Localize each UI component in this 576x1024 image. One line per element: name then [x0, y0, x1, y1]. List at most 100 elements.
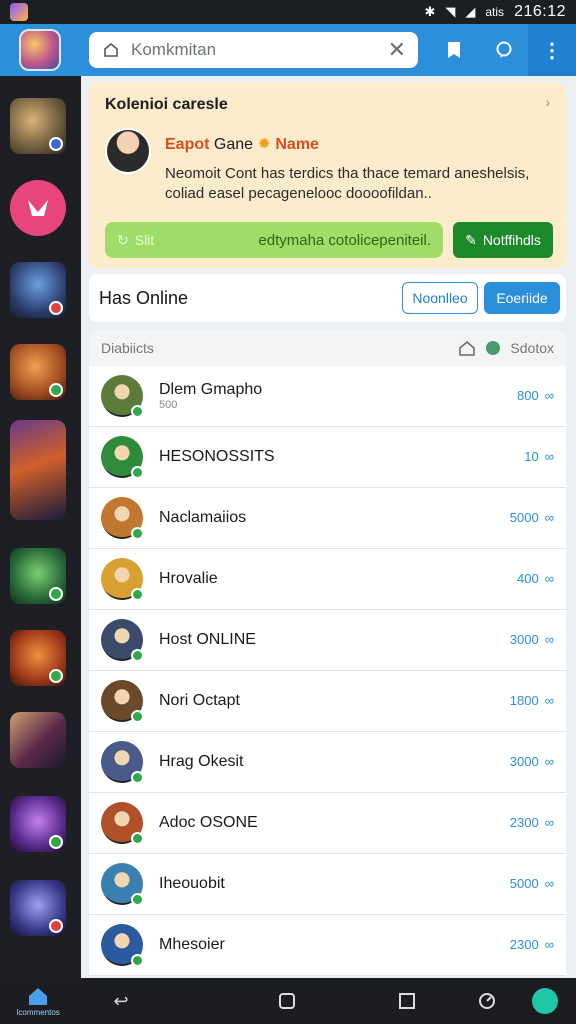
player-value-text: 1800 — [509, 693, 539, 708]
rail-game-8[interactable] — [10, 712, 66, 768]
player-value[interactable]: 2300 ∞ — [510, 815, 554, 830]
status-badge — [49, 587, 63, 601]
avatar — [101, 863, 144, 906]
close-icon[interactable]: ✕ — [388, 39, 406, 61]
player-value[interactable]: 400 ∞ — [517, 571, 554, 586]
player-value[interactable]: 800 ∞ — [517, 388, 554, 403]
rail-game-10[interactable] — [10, 880, 66, 936]
rail-game-1[interactable] — [10, 98, 66, 154]
list-item[interactable]: HESONOSSITS 10 ∞ — [89, 427, 566, 488]
player-value-text: 5000 — [509, 510, 539, 525]
link-icon: ∞ — [544, 754, 554, 769]
player-value[interactable]: 2300 ∞ — [510, 937, 554, 952]
chevron-right-icon[interactable]: › — [545, 94, 550, 110]
rail-game-4[interactable] — [10, 344, 66, 400]
player-value-text: 400 — [517, 571, 539, 586]
rail-game-6[interactable] — [10, 548, 66, 604]
more-menu-icon[interactable]: ⋮ — [528, 24, 576, 76]
player-name: Dlem Gmapho — [159, 381, 263, 398]
home-icon[interactable] — [101, 40, 121, 60]
promo-card[interactable]: Kolenioi caresle › Eapot Gane ✹ Name Neo… — [89, 82, 566, 268]
online-check-icon — [131, 405, 144, 418]
rail-game-2[interactable] — [10, 180, 66, 236]
list-header: Diabiicts Sdotox — [89, 330, 566, 366]
status-badge — [49, 669, 63, 683]
player-value[interactable]: 3000 ∞ — [510, 632, 554, 647]
list-item[interactable]: Dlem Gmapho 500 800 ∞ — [89, 366, 566, 427]
home-icon — [29, 987, 47, 1005]
player-value[interactable]: 3000 ∞ — [510, 754, 554, 769]
bottom-nav: Icommentos ↩ — [0, 978, 576, 1024]
main-content: Kolenioi caresle › Eapot Gane ✹ Name Neo… — [81, 76, 576, 978]
online-check-icon — [131, 832, 144, 845]
player-value-text: 3000 — [509, 632, 539, 647]
settings-icon[interactable] — [476, 990, 498, 1012]
online-check-icon — [131, 771, 144, 784]
player-value[interactable]: 5000 ∞ — [510, 876, 554, 891]
player-name: Nori Octapt — [159, 692, 240, 709]
rail-game-5[interactable] — [10, 420, 66, 520]
link-icon: ∞ — [544, 876, 554, 891]
player-value[interactable]: 1800 ∞ — [510, 693, 554, 708]
recents-icon[interactable] — [396, 990, 418, 1012]
online-check-icon — [131, 466, 144, 479]
player-value[interactable]: 10 ∞ — [524, 449, 554, 464]
list-item[interactable]: Host ONLINE 3000 ∞ — [89, 610, 566, 671]
app-logo[interactable] — [0, 24, 80, 76]
nav-home-label: Icommentos — [16, 1007, 60, 1017]
status-badge — [49, 301, 63, 315]
assistant-icon[interactable] — [532, 988, 558, 1014]
link-icon: ∞ — [544, 571, 554, 586]
player-value-text: 2300 — [509, 937, 539, 952]
list-item[interactable]: Iheouobit 5000 ∞ — [89, 854, 566, 915]
app-notification-icon — [10, 3, 28, 21]
online-check-icon — [131, 954, 144, 967]
game-rail — [0, 76, 81, 978]
player-name: HESONOSSITS — [159, 448, 275, 465]
player-name: Host ONLINE — [159, 631, 256, 648]
back-icon[interactable]: ↩ — [110, 990, 132, 1012]
outline-button[interactable]: Noonlleo — [402, 282, 478, 314]
rail-game-9[interactable] — [10, 796, 66, 852]
search-bar[interactable]: Komkmitan ✕ — [89, 32, 418, 68]
link-icon: ∞ — [544, 449, 554, 464]
search-input[interactable]: Komkmitan — [131, 40, 388, 60]
status-badge — [49, 137, 63, 151]
bar-left-label: Slit — [134, 232, 155, 248]
wifi-icon: ◥ — [445, 4, 456, 19]
online-check-icon — [131, 588, 144, 601]
bookmark-icon[interactable] — [440, 36, 468, 64]
list-item[interactable]: Hrag Okesit 3000 ∞ — [89, 732, 566, 793]
list-item[interactable]: Adoc OSONE 2300 ∞ — [89, 793, 566, 854]
status-bar: ✱ ◥ ◢ atis 216:12 — [0, 0, 576, 24]
link-icon: ∞ — [544, 388, 554, 403]
player-name: Iheouobit — [159, 875, 225, 892]
list-item[interactable]: Hrovalie 400 ∞ — [89, 549, 566, 610]
rail-game-3[interactable] — [10, 262, 66, 318]
notify-button[interactable]: ✎ Notffihdls — [453, 222, 553, 258]
chat-icon[interactable] — [490, 36, 518, 64]
list-item[interactable]: Mhesoier 2300 ∞ — [89, 915, 566, 976]
player-value[interactable]: 5000 ∞ — [510, 510, 554, 525]
status-dot-icon — [486, 341, 501, 355]
rail-game-7[interactable] — [10, 630, 66, 686]
bar-right-label: edtymaha cotolicepeniteil. — [258, 231, 431, 249]
online-section: Has Online Noonlleo Eoeriide — [89, 274, 566, 322]
avatar — [101, 375, 144, 418]
pen-icon: ✎ — [465, 231, 477, 248]
clock: 216:12 — [514, 3, 566, 20]
list-item[interactable]: Naclamaiios 5000 ∞ — [89, 488, 566, 549]
tabs-icon[interactable] — [276, 990, 298, 1012]
home-icon[interactable] — [458, 339, 476, 357]
link-icon: ∞ — [544, 632, 554, 647]
list-header-right[interactable]: Sdotox — [510, 340, 554, 356]
heart-icon — [28, 200, 48, 216]
list-item[interactable]: Nori Octapt 1800 ∞ — [89, 671, 566, 732]
nav-home[interactable]: Icommentos — [0, 978, 76, 1024]
primary-button[interactable]: Eoeriide — [484, 282, 560, 314]
promo-progress-bar[interactable]: ↻ Slit edtymaha cotolicepeniteil. — [105, 222, 443, 258]
link-icon: ∞ — [544, 693, 554, 708]
link-icon: ∞ — [544, 815, 554, 830]
avatar — [101, 802, 144, 845]
link-icon: ∞ — [544, 937, 554, 952]
